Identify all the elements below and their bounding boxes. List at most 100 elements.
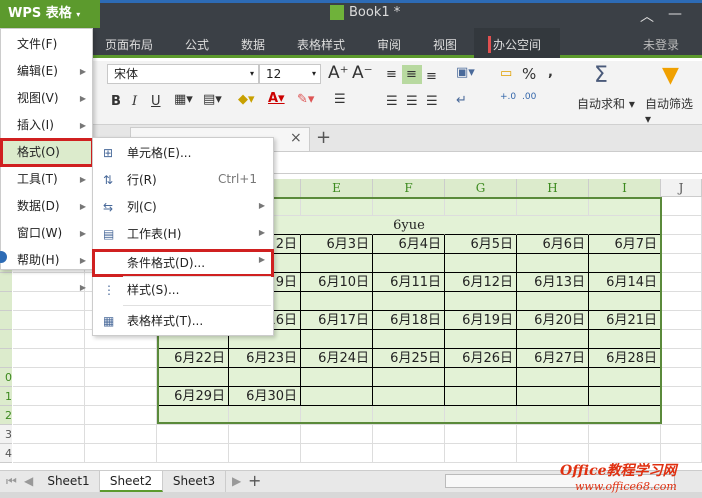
cell[interactable]	[589, 330, 661, 349]
font-size-select[interactable]: 12 ▾	[259, 64, 321, 84]
cell[interactable]: 6月13日	[517, 273, 589, 292]
autofilter-button[interactable]: 自动筛选 ▾	[645, 95, 702, 126]
font-color-icon[interactable]: A▾	[268, 91, 285, 106]
align-center-icon[interactable]: ☰	[406, 94, 418, 109]
submenu-item[interactable]: ▤ 工作表(H) ▶	[93, 221, 273, 264]
menu-item[interactable]: 视图(V) ▶	[1, 85, 93, 130]
menu-item[interactable]: 窗口(W) ▶	[1, 220, 93, 265]
row-header[interactable]	[0, 349, 12, 368]
cell[interactable]	[373, 197, 445, 216]
close-tab-icon[interactable]: ×	[290, 130, 302, 146]
cell[interactable]: 6月26日	[445, 349, 517, 368]
cell[interactable]	[13, 349, 85, 368]
cell[interactable]	[13, 444, 85, 463]
cell[interactable]	[373, 368, 445, 387]
row-header[interactable]	[0, 330, 12, 349]
cell[interactable]	[445, 406, 517, 425]
collapse-ribbon-icon[interactable]: ︿	[640, 6, 654, 26]
cell[interactable]	[445, 387, 517, 406]
cell[interactable]: 6月12日	[445, 273, 517, 292]
cell[interactable]	[229, 368, 301, 387]
cell[interactable]: 6月23日	[229, 349, 301, 368]
cell[interactable]	[661, 292, 702, 311]
fill-color-icon[interactable]: ◆▾	[238, 92, 255, 107]
percent-button[interactable]: %	[522, 65, 536, 83]
cell[interactable]	[13, 292, 85, 311]
cell[interactable]	[85, 425, 157, 444]
bold-button[interactable]: B	[111, 94, 121, 109]
cell[interactable]: 6月17日	[301, 311, 373, 330]
cell[interactable]	[517, 406, 589, 425]
clear-format-icon[interactable]: ✎▾	[297, 92, 314, 107]
cell-style-icon[interactable]: ▤▾	[203, 92, 222, 107]
align-top-icon[interactable]: ≡	[386, 67, 397, 82]
font-name-select[interactable]: 宋体 ▾	[107, 64, 259, 84]
wrap-text-icon[interactable]: ↵	[456, 93, 467, 108]
row-header[interactable]	[0, 311, 12, 330]
cell[interactable]	[661, 368, 702, 387]
cell[interactable]	[589, 254, 661, 273]
cell[interactable]	[373, 387, 445, 406]
cell[interactable]: 6月29日	[157, 387, 229, 406]
cell[interactable]	[517, 425, 589, 444]
cell[interactable]	[661, 425, 702, 444]
cell[interactable]	[301, 292, 373, 311]
cell[interactable]	[229, 406, 301, 425]
cell[interactable]	[85, 387, 157, 406]
cell[interactable]	[373, 330, 445, 349]
column-header[interactable]: H	[517, 179, 589, 197]
cell[interactable]: 6月11日	[373, 273, 445, 292]
merge-icon[interactable]: ▣▾	[456, 65, 475, 80]
cell[interactable]	[589, 387, 661, 406]
tab-view[interactable]: 视图	[433, 36, 457, 53]
cell[interactable]	[661, 311, 702, 330]
cell[interactable]: 6月10日	[301, 273, 373, 292]
cell[interactable]	[301, 254, 373, 273]
tab-office-space[interactable]: 办公空间	[488, 36, 541, 53]
cell[interactable]	[661, 254, 702, 273]
cell[interactable]	[301, 444, 373, 463]
cell[interactable]	[373, 425, 445, 444]
column-header[interactable]: G	[445, 179, 517, 197]
cell[interactable]	[301, 197, 373, 216]
cell[interactable]	[373, 292, 445, 311]
cell[interactable]	[229, 425, 301, 444]
submenu-item[interactable]: ⇅ 行(R) ▶	[93, 167, 273, 210]
cell[interactable]	[157, 368, 229, 387]
cell[interactable]	[517, 330, 589, 349]
increase-decimal-icon[interactable]: +.0	[500, 92, 516, 102]
cell[interactable]	[661, 406, 702, 425]
cell[interactable]	[85, 406, 157, 425]
cell[interactable]: 6月25日	[373, 349, 445, 368]
cell[interactable]	[13, 330, 85, 349]
sigma-icon[interactable]: Σ	[594, 63, 608, 88]
add-sheet-icon[interactable]: +	[248, 471, 261, 490]
next-sheet-icon[interactable]: ▶	[232, 474, 241, 488]
cell[interactable]	[85, 349, 157, 368]
tab-table-style[interactable]: 表格样式	[297, 36, 345, 53]
cell[interactable]	[589, 292, 661, 311]
column-header[interactable]: F	[373, 179, 445, 197]
cell[interactable]	[589, 406, 661, 425]
autosum-button[interactable]: 自动求和 ▾	[577, 95, 635, 112]
cell[interactable]	[13, 425, 85, 444]
cell[interactable]	[661, 235, 702, 254]
align-middle-icon[interactable]: ≡	[406, 67, 417, 82]
cell[interactable]	[661, 330, 702, 349]
menu-item[interactable]: 文件(F) ▶	[1, 31, 93, 76]
cell[interactable]	[13, 406, 85, 425]
cell[interactable]	[85, 444, 157, 463]
cell[interactable]: 6月20日	[517, 311, 589, 330]
cell[interactable]: 6月19日	[445, 311, 517, 330]
new-tab-icon[interactable]: +	[316, 127, 331, 148]
cell[interactable]	[661, 273, 702, 292]
cell[interactable]	[517, 387, 589, 406]
app-menu-button[interactable]: WPS 表格 ▾	[0, 0, 100, 28]
cell[interactable]: 6月14日	[589, 273, 661, 292]
cell[interactable]	[445, 292, 517, 311]
underline-button[interactable]: U	[151, 94, 161, 109]
cell[interactable]	[157, 406, 229, 425]
cell[interactable]	[13, 368, 85, 387]
cell[interactable]: 6月24日	[301, 349, 373, 368]
cell[interactable]: 6月18日	[373, 311, 445, 330]
